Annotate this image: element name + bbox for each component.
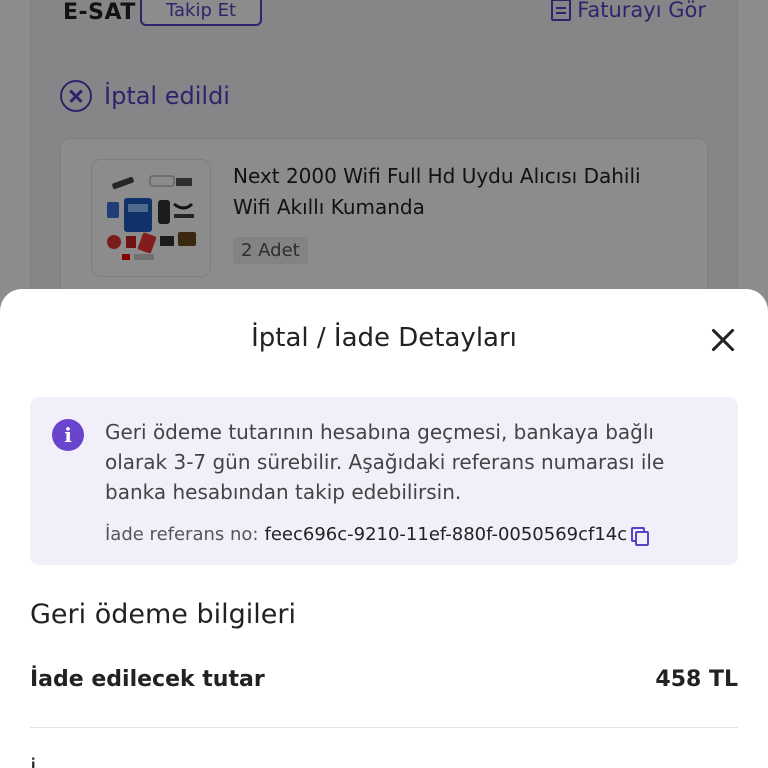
refund-reference-row: İade referans no: feec696c-9210-11ef-880… (105, 524, 650, 546)
close-button[interactable] (708, 325, 738, 355)
refund-amount-value: 458 TL (655, 667, 738, 692)
divider (30, 727, 738, 728)
reference-value: feec696c-9210-11ef-880f-0050569cf14c (264, 524, 628, 545)
reference-label: İade referans no: (105, 524, 259, 545)
refund-details-sheet: İptal / İade Detayları i Geri ödeme tuta… (0, 289, 768, 768)
info-icon: i (52, 419, 84, 451)
refund-amount-row: İade edilecek tutar 458 TL (30, 667, 738, 692)
copy-icon[interactable] (631, 526, 650, 546)
refund-amount-label: İade edilecek tutar (30, 667, 265, 692)
refund-info-box: i Geri ödeme tutarının hesabına geçmesi,… (30, 397, 738, 565)
next-row-label: İ (30, 759, 37, 768)
refund-info-text: Geri ödeme tutarının hesabına geçmesi, b… (105, 420, 665, 504)
sheet-title: İptal / İade Detayları (251, 323, 517, 353)
refund-info-heading: Geri ödeme bilgileri (30, 599, 296, 630)
